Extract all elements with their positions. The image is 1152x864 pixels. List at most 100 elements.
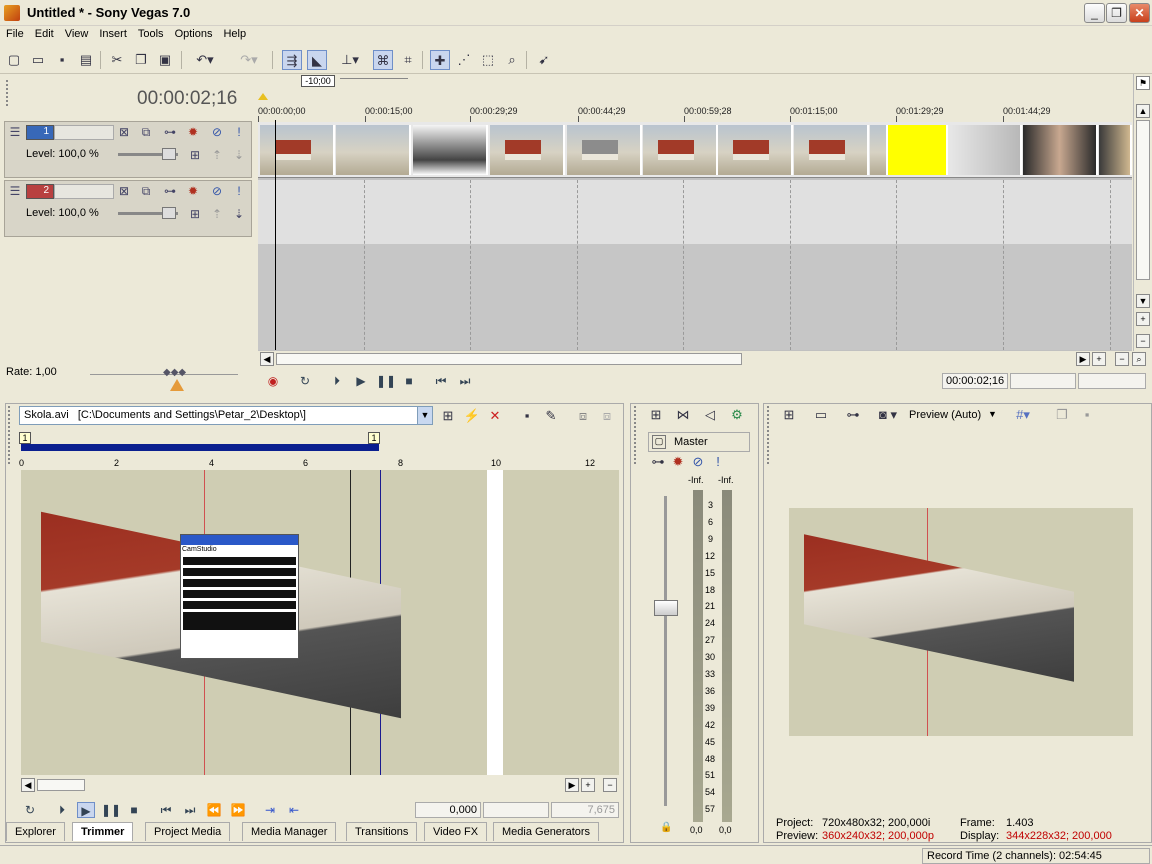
panel-grip[interactable] bbox=[767, 406, 773, 464]
play-icon[interactable]: ▶ bbox=[352, 373, 370, 389]
chevron-down-icon[interactable]: ▼ bbox=[417, 406, 433, 425]
redo-icon[interactable]: ↷▾ bbox=[234, 50, 264, 70]
pause-icon[interactable]: ❚❚ bbox=[376, 373, 396, 389]
add-after-cursor-icon[interactable]: ⧈ bbox=[597, 406, 617, 426]
trimmer-file-selector[interactable]: Skola.avi [C:\Documents and Settings\Pet… bbox=[19, 406, 433, 425]
dim-output-icon[interactable]: ◁ bbox=[700, 405, 720, 425]
track-header-video[interactable]: ☰ 1 ⊠ ⧉ ⊶ ✹ ⊘ ! Level: 100,0 % ⊞ ⇡ ⇣ bbox=[4, 121, 252, 178]
trimmer-ruler[interactable]: 1 1 0 2 4 6 8 10 12 bbox=[19, 432, 619, 468]
marker-flag-icon[interactable]: ⚑ bbox=[1136, 76, 1150, 90]
track-motion-icon[interactable]: ⊠ bbox=[117, 125, 131, 139]
scroll-right-button[interactable]: ▶ bbox=[565, 778, 579, 792]
selection-tool-icon[interactable]: ⬚ bbox=[478, 50, 498, 70]
video-event-thumbnail[interactable] bbox=[336, 125, 411, 175]
bus-minimize-icon[interactable]: ▢ bbox=[652, 435, 666, 449]
trimmer-video-view[interactable] bbox=[21, 470, 619, 775]
play-from-start-icon[interactable]: ⏵ bbox=[328, 373, 346, 389]
auto-ripple-icon[interactable]: ⇶ bbox=[282, 50, 302, 70]
mute-icon[interactable]: ⊘ bbox=[210, 184, 224, 198]
region-end-marker[interactable]: 1 bbox=[368, 432, 380, 444]
track-name-field[interactable] bbox=[54, 125, 114, 140]
pause-icon[interactable]: ❚❚ bbox=[101, 802, 121, 818]
zoom-in-track-height-button[interactable]: + bbox=[1136, 312, 1150, 326]
zoom-out-time-button[interactable]: − bbox=[1115, 352, 1129, 366]
zoom-in-time-button[interactable]: + bbox=[1092, 352, 1106, 366]
track-fx-icon[interactable]: ✹ bbox=[186, 125, 200, 139]
trimmer-scrollbar[interactable]: ◀ ▶ + − bbox=[19, 777, 619, 793]
video-event-thumbnail[interactable] bbox=[643, 125, 718, 175]
properties-icon[interactable]: ⚙ bbox=[727, 405, 747, 425]
downmix-icon[interactable]: ⋈ bbox=[673, 405, 693, 425]
open-folder-icon[interactable]: ▭ bbox=[28, 50, 48, 70]
video-event-thumbnail[interactable] bbox=[1099, 125, 1132, 175]
make-child-icon[interactable]: ⇣ bbox=[232, 207, 246, 221]
compositing-mode-icon[interactable]: ⊞ bbox=[188, 207, 202, 221]
tab-media-generators[interactable]: Media Generators bbox=[493, 822, 600, 841]
record-icon[interactable]: ◉ bbox=[264, 373, 282, 389]
preview-mode-label[interactable]: Preview (Auto) bbox=[909, 409, 981, 421]
properties-icon[interactable]: ▤ bbox=[76, 50, 96, 70]
video-event-thumbnail[interactable] bbox=[888, 125, 948, 175]
track-motion-icon[interactable]: ⊠ bbox=[117, 184, 131, 198]
bypass-motion-blur-icon[interactable]: ⊶ bbox=[163, 125, 177, 139]
parent-composite-icon[interactable]: ⧉ bbox=[139, 125, 153, 139]
panel-grip[interactable] bbox=[8, 406, 14, 464]
tab-trimmer[interactable]: Trimmer bbox=[72, 822, 134, 841]
scroll-right-button[interactable]: ▶ bbox=[1076, 352, 1090, 366]
tab-video-fx[interactable]: Video FX bbox=[424, 822, 488, 841]
chevron-down-icon[interactable]: ▼ bbox=[988, 409, 997, 419]
normal-edit-tool-icon[interactable]: ✚ bbox=[430, 50, 450, 70]
track-minimize-icon[interactable]: ☰ bbox=[8, 184, 22, 198]
add-before-cursor-icon[interactable]: ⧈ bbox=[573, 406, 593, 426]
add-to-timeline-end-icon[interactable]: ⇤ bbox=[285, 802, 303, 818]
zoom-in-button[interactable]: + bbox=[581, 778, 595, 792]
video-track-lane[interactable] bbox=[258, 122, 1132, 178]
preview-properties-icon[interactable]: ⊞ bbox=[779, 405, 799, 425]
stop-icon[interactable]: ■ bbox=[400, 373, 418, 389]
whats-this-help-icon[interactable]: ➹ bbox=[534, 50, 554, 70]
make-child-icon[interactable]: ⇣ bbox=[232, 148, 246, 162]
selection-length-field[interactable] bbox=[1078, 373, 1146, 389]
tab-transitions[interactable]: Transitions bbox=[346, 822, 418, 841]
region-start-marker[interactable]: 1 bbox=[19, 432, 31, 444]
zoom-out-track-height-button[interactable]: − bbox=[1136, 334, 1150, 348]
zoom-tool-button[interactable]: ⌕ bbox=[1132, 352, 1146, 366]
scroll-down-button[interactable]: ▼ bbox=[1136, 294, 1150, 308]
rate-slider-handle[interactable]: ◆◆◆ bbox=[163, 367, 191, 379]
panel-grip[interactable] bbox=[6, 80, 12, 106]
copy-icon[interactable]: ❐ bbox=[131, 50, 151, 70]
timeline-cursor[interactable] bbox=[275, 120, 276, 350]
make-parent-icon[interactable]: ⇡ bbox=[210, 148, 224, 162]
video-event-thumbnail[interactable] bbox=[718, 125, 793, 175]
menu-tools[interactable]: Tools bbox=[132, 26, 169, 40]
fast-forward-icon[interactable]: ⏩ bbox=[229, 802, 247, 818]
close-button[interactable]: ✕ bbox=[1129, 3, 1150, 23]
video-event-thumbnail[interactable] bbox=[260, 125, 335, 175]
track-minimize-icon[interactable]: ☰ bbox=[8, 125, 22, 139]
timeline-ruler[interactable]: 00:00:00;00 00:00:15;00 00:00:29;29 00:0… bbox=[258, 100, 1132, 122]
mute-icon[interactable]: ⊘ bbox=[210, 125, 224, 139]
video-track-2-lane[interactable] bbox=[258, 180, 1132, 244]
go-to-start-icon[interactable]: ⏮ bbox=[432, 373, 450, 389]
transport-time-field[interactable]: 00:00:02;16 bbox=[942, 373, 1008, 389]
menu-file[interactable]: File bbox=[0, 26, 29, 40]
play-from-start-icon[interactable]: ⏵ bbox=[53, 802, 71, 818]
minimize-button[interactable]: _ bbox=[1084, 3, 1105, 23]
menu-insert[interactable]: Insert bbox=[93, 26, 132, 40]
track-level-slider[interactable] bbox=[118, 148, 178, 160]
save-snapshot-icon[interactable]: ▪ bbox=[1077, 405, 1097, 425]
slider-thumb[interactable] bbox=[162, 207, 176, 219]
lock-envelopes-icon[interactable]: ⌘ bbox=[373, 50, 393, 70]
tab-explorer[interactable]: Explorer bbox=[6, 822, 65, 841]
save-clip-icon[interactable]: ▪ bbox=[517, 406, 537, 426]
go-to-end-icon[interactable]: ⏭ bbox=[181, 802, 199, 818]
crossfade-icon[interactable]: ◣ bbox=[307, 50, 327, 70]
stop-icon[interactable]: ■ bbox=[125, 802, 143, 818]
insert-bus-icon[interactable]: ⊞ bbox=[646, 405, 666, 425]
overlays-icon[interactable]: #▾ bbox=[1006, 405, 1040, 425]
scroll-up-button[interactable]: ▲ bbox=[1136, 104, 1150, 118]
bypass-motion-blur-icon[interactable]: ⊶ bbox=[163, 184, 177, 198]
menu-options[interactable]: Options bbox=[169, 26, 218, 40]
bus-motion-icon[interactable]: ⊶ bbox=[648, 452, 668, 472]
panel-grip[interactable] bbox=[634, 406, 640, 464]
